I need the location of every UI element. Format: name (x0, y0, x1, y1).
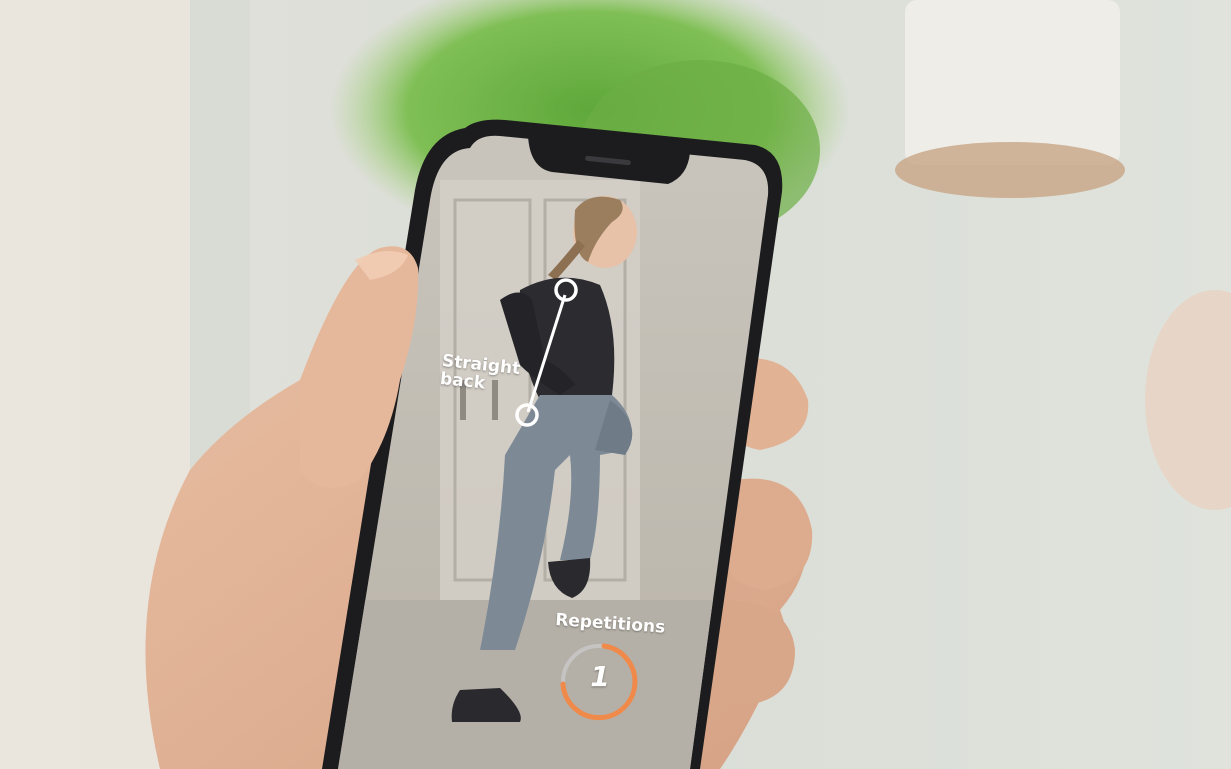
repetition-count: 1 (590, 660, 610, 693)
hand-holding-phone-photo (0, 0, 1231, 769)
posture-label: Straight back (439, 351, 521, 396)
